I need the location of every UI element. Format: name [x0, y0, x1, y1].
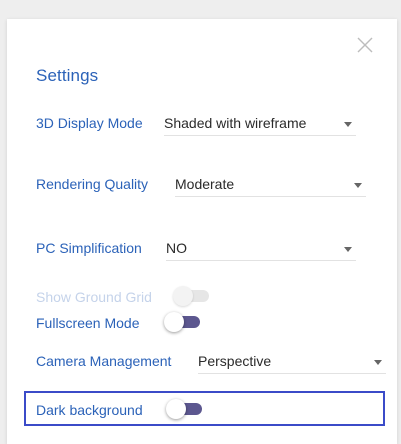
rendering-quality-select[interactable]: Moderate	[175, 174, 366, 197]
fullscreen-mode-label: Fullscreen Mode	[36, 315, 140, 331]
settings-title: Settings	[36, 66, 99, 85]
camera-management-value: Perspective	[198, 353, 272, 369]
pc-simplification-label: PC Simplification	[36, 240, 142, 256]
show-ground-grid-toggle	[173, 285, 211, 307]
display-mode-value: Shaded with wireframe	[164, 115, 307, 131]
dark-background-label: Dark background	[36, 402, 143, 418]
rendering-quality-value: Moderate	[175, 176, 235, 192]
caret-down-icon	[354, 183, 362, 188]
close-icon	[357, 37, 373, 53]
pc-simplification-select[interactable]: NO	[166, 238, 356, 261]
fullscreen-mode-toggle[interactable]	[164, 311, 202, 333]
caret-down-icon	[344, 122, 352, 127]
display-mode-label: 3D Display Mode	[36, 115, 143, 131]
caret-down-icon	[344, 247, 352, 252]
close-button[interactable]	[355, 35, 375, 55]
rendering-quality-label: Rendering Quality	[36, 176, 149, 192]
show-ground-grid-label: Show Ground Grid	[36, 289, 152, 305]
camera-management-select[interactable]: Perspective	[198, 351, 386, 374]
pc-simplification-value: NO	[166, 240, 187, 256]
dark-background-toggle[interactable]	[166, 398, 204, 420]
display-mode-select[interactable]: Shaded with wireframe	[164, 113, 356, 136]
camera-management-label: Camera Management	[36, 353, 172, 369]
caret-down-icon	[374, 360, 382, 365]
